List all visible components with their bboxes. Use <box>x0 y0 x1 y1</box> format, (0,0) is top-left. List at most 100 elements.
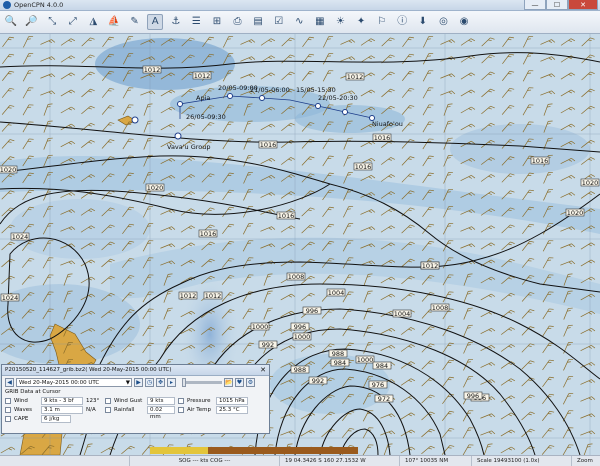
minimize-button[interactable]: — <box>524 0 546 10</box>
status-sog-cog: SOG --- kts COG --- <box>130 456 280 466</box>
chart-icon[interactable]: ☑ <box>271 14 287 30</box>
route-point-4: 26/05-09:30 <box>186 113 226 121</box>
next-icon[interactable]: ▶ <box>134 377 143 387</box>
zoom-out-icon[interactable]: 🔎 <box>24 14 40 30</box>
now-icon[interactable]: ◷ <box>145 377 154 387</box>
status-spacer <box>0 456 130 466</box>
play-icon[interactable]: ▸ <box>167 377 176 387</box>
waves-checkbox[interactable] <box>5 406 11 413</box>
svg-text:1008: 1008 <box>288 273 305 281</box>
tracks-icon[interactable]: ⊞ <box>209 14 225 30</box>
svg-text:1016: 1016 <box>278 212 295 220</box>
pressure-label: 1024 <box>10 232 30 241</box>
open-file-icon[interactable]: 📂 <box>224 377 233 387</box>
status-bearing-distance: 107° 10035 NM <box>400 456 472 466</box>
grib-controls: ◀ Wed 20-May-2015 00:00 UTC ▼ ▶ ◷ ✥ ▸ 📂 … <box>2 376 269 388</box>
time-progress-bar <box>150 447 358 454</box>
cape-label: CAPE <box>14 415 29 422</box>
pressure-value: 1015 hPa <box>216 396 248 405</box>
pressure-label: 1004 <box>326 288 346 297</box>
svg-text:984: 984 <box>334 359 346 367</box>
place-niuafo: Niuafo'ou <box>372 120 403 128</box>
svg-text:1012: 1012 <box>194 72 211 80</box>
follow-ship-icon[interactable]: ⛵ <box>106 14 122 30</box>
text-icon[interactable]: A <box>147 14 164 30</box>
air-temp-checkbox[interactable] <box>178 406 184 413</box>
current-icon[interactable]: ⚓ <box>168 14 184 30</box>
pressure-label: 996 <box>290 322 310 331</box>
wind-direction: 123° <box>86 397 100 404</box>
prev-icon[interactable]: ◀ <box>5 377 14 387</box>
svg-text:1020: 1020 <box>582 179 599 187</box>
cape-checkbox[interactable] <box>5 415 11 422</box>
pressure-label: 1016 <box>530 156 550 165</box>
pressure-label: 1016 <box>198 229 218 238</box>
print-icon[interactable]: ⎙ <box>230 14 246 30</box>
grib-date-select[interactable]: Wed 20-May-2015 00:00 UTC ▼ <box>16 377 132 387</box>
download-icon[interactable]: ⬇ <box>415 14 431 30</box>
close-button[interactable]: ✕ <box>568 0 598 10</box>
dashboard-icon[interactable]: ◎ <box>435 14 451 30</box>
rainfall-value: 0.02 mm <box>147 405 175 420</box>
svg-text:1012: 1012 <box>347 73 364 81</box>
compass-icon[interactable]: ◉ <box>456 14 472 30</box>
pressure-label: 1004 <box>392 309 412 318</box>
pressure-label: 1012 <box>142 65 162 74</box>
tide-icon[interactable]: ☰ <box>188 14 204 30</box>
maximize-button[interactable]: ☐ <box>546 0 568 10</box>
svg-text:1016: 1016 <box>355 163 372 171</box>
svg-text:1004: 1004 <box>328 289 345 297</box>
waves-label: Waves <box>14 406 32 413</box>
svg-text:1012: 1012 <box>144 66 161 74</box>
route-manager-icon[interactable]: ▤ <box>250 14 266 30</box>
pressure-label: 992 <box>308 376 328 385</box>
info-icon[interactable]: ⓘ <box>394 14 410 30</box>
man-overboard-icon[interactable]: ⚐ <box>374 14 390 30</box>
pressure-label: 1012 <box>192 71 212 80</box>
window-title: OpenCPN 4.0.0 <box>14 1 64 9</box>
pressure-label: 1016 <box>353 162 373 171</box>
weather-fax-icon[interactable]: ☀ <box>333 14 349 30</box>
svg-text:1012: 1012 <box>205 292 222 300</box>
route-icon[interactable]: ◮ <box>85 14 101 30</box>
rainfall-checkbox[interactable] <box>105 406 111 413</box>
scale-out-icon[interactable]: ⤢ <box>65 14 81 30</box>
svg-text:1016: 1016 <box>374 134 391 142</box>
status-bar: SOG --- kts COG --- 19 04.3426 S 160 27.… <box>0 455 600 466</box>
pressure-label: 1020 <box>0 165 18 174</box>
place-vavau: Vava'u Group <box>167 143 211 151</box>
pressure-label: 976 <box>368 380 388 389</box>
grib-row-wind: Wind 9 kts - 3 bf 123° Wind Gust 9 kts P… <box>2 396 269 405</box>
wind-value: 9 kts - 3 bf <box>41 396 83 405</box>
time-slider[interactable] <box>182 377 222 387</box>
zoom-in-icon[interactable]: 🔍 <box>3 14 19 30</box>
wind-checkbox[interactable] <box>5 397 11 404</box>
svg-text:996: 996 <box>467 392 479 400</box>
grib-close-button[interactable]: ✕ <box>260 366 266 374</box>
pressure-label: 1000 <box>250 322 270 331</box>
zoom-to-center-icon[interactable]: ✥ <box>156 377 165 387</box>
cape-value: 6 j/kg <box>41 414 71 423</box>
svg-text:1016: 1016 <box>200 230 217 238</box>
climatology-icon[interactable]: ✦ <box>353 14 369 30</box>
pressure-label: 988 <box>290 365 310 374</box>
wind-label: Wind <box>14 397 28 404</box>
progress-bar-brown <box>208 447 358 454</box>
pressure-label: 1012 <box>178 291 198 300</box>
svg-text:988: 988 <box>294 366 306 374</box>
track-toggle-icon[interactable]: ∿ <box>291 14 307 30</box>
grib-settings-icon[interactable]: ⚙ <box>246 377 255 387</box>
slider-thumb[interactable] <box>182 377 186 387</box>
opencpn-icon <box>3 1 11 9</box>
svg-text:1020: 1020 <box>0 166 16 174</box>
request-icon[interactable]: ♥ <box>235 377 244 387</box>
status-scale: Scale 19493100 (1.0x) <box>472 456 572 466</box>
svg-text:1004: 1004 <box>394 310 411 318</box>
scale-in-icon[interactable]: ⤡ <box>44 14 60 30</box>
grib-icon[interactable]: ▦ <box>312 14 328 30</box>
settings-icon[interactable]: ✎ <box>127 14 143 30</box>
pressure-checkbox[interactable] <box>178 397 184 404</box>
gust-checkbox[interactable] <box>105 397 111 404</box>
status-position: 19 04.3426 S 160 27.1532 W <box>280 456 400 466</box>
pressure-label: 984 <box>330 358 350 367</box>
